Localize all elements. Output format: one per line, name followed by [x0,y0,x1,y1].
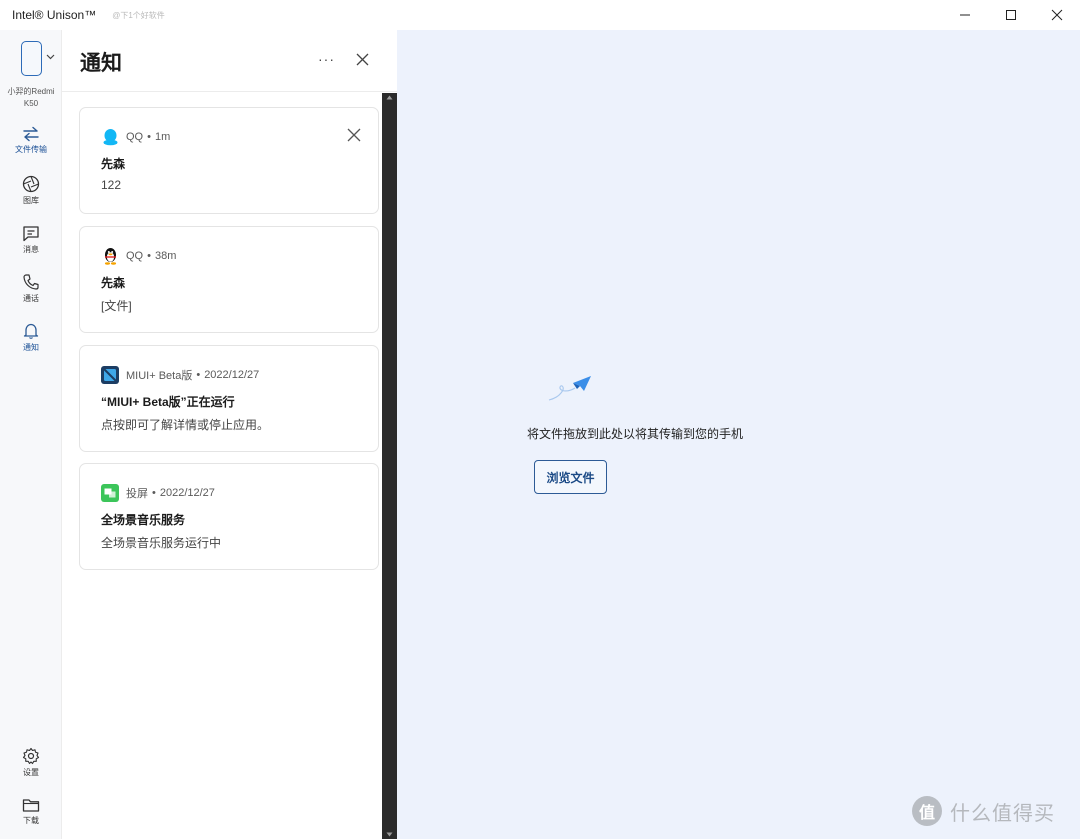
dismiss-notification-icon[interactable] [347,128,361,142]
nav-label-calls: 通话 [23,294,39,303]
notification-separator: • [152,487,156,499]
notification-separator: • [147,131,151,143]
nav-item-notifications[interactable]: 通知 [0,322,62,353]
watermark-badge: 值 [912,796,942,826]
chevron-down-icon [46,54,55,60]
site-watermark-logo: 值 什么值得买 [912,796,1055,826]
notification-body: 点按即可了解详情或停止应用。 [101,418,270,432]
notification-app: 投屏 [126,488,148,500]
scroll-down-icon[interactable] [386,832,393,837]
nav-label-downloads: 下载 [23,816,39,825]
transfer-arrows-icon [23,126,39,142]
notification-separator: • [196,369,201,381]
scroll-up-icon[interactable] [386,95,393,100]
maximize-icon [1006,10,1016,20]
browse-files-button[interactable]: 浏览文件 [534,460,607,494]
notification-title: 先森 [101,157,126,171]
notification-title: “MIUI+ Beta版”正在运行 [101,395,235,409]
aperture-icon [22,175,40,193]
scrollbar[interactable] [382,93,397,839]
nav-label-gallery: 图库 [23,196,39,205]
more-options-button[interactable]: ··· [318,51,335,67]
panel-header: 通知 ··· [62,30,397,92]
miui-plus-icon [101,366,119,384]
maximize-button[interactable] [988,0,1034,30]
window-controls [942,0,1080,30]
nav-label-notifications: 通知 [23,343,39,352]
notification-time: 38m [154,250,177,262]
file-drop-zone[interactable]: 将文件拖放到此处以将其传输到您的手机 浏览文件 [397,30,1080,839]
notification-app: QQ [126,131,144,143]
notification-title: 全场景音乐服务 [101,513,186,527]
close-panel-icon[interactable] [356,53,369,66]
notification-app: MIUI+ Beta版 [126,370,193,382]
qq-penguin-icon [101,247,119,265]
notification-time: 1m [154,131,171,143]
notification-meta: QQ • 38m [101,247,176,265]
nav-label-messages: 消息 [23,245,39,254]
close-window-button[interactable] [1034,0,1080,30]
notification-title: 先森 [101,276,126,290]
paper-plane-icon [548,376,591,401]
notification-meta: 投屏 • 2022/12/27 [101,484,215,502]
notifications-panel: 通知 ··· QQ • 1m 先森 122 QQ • 38m 先森 [文件] M… [62,30,397,839]
notification-time: 2022/12/27 [204,369,260,381]
minimize-icon [960,14,970,16]
nav-label-settings: 设置 [23,768,39,777]
title-bar: Intel® Unison™ @下1个好软件 [0,0,1080,30]
nav-item-gallery[interactable]: 图库 [0,175,62,206]
panel-title: 通知 [80,52,122,75]
app-title: Intel® Unison™ [12,8,97,22]
folder-icon [22,799,40,812]
title-watermark: @下1个好软件 [112,10,165,20]
nav-rail: 小羿的Redmi K50 文件传输 图库 消息 通话 通知 设置 下载 [0,30,62,839]
nav-item-file-transfer[interactable]: 文件传输 [0,126,62,155]
bell-icon [23,323,39,339]
notification-card[interactable]: MIUI+ Beta版 • 2022/12/27 “MIUI+ Beta版”正在… [79,345,379,452]
notification-body: [文件] [101,299,132,313]
screen-cast-icon [101,484,119,502]
notification-time: 2022/12/27 [159,487,215,499]
watermark-text: 什么值得买 [950,802,1055,825]
notification-card[interactable]: QQ • 38m 先森 [文件] [79,226,379,333]
nav-label-file-transfer: 文件传输 [15,145,47,154]
notification-body: 122 [101,178,122,192]
phone-icon [23,274,39,290]
nav-item-downloads[interactable]: 下载 [0,797,62,826]
minimize-button[interactable] [942,0,988,30]
notification-card[interactable]: 投屏 • 2022/12/27 全场景音乐服务 全场景音乐服务运行中 [79,463,379,570]
notification-card[interactable]: QQ • 1m 先森 122 [79,107,379,214]
qq-penguin-icon [101,128,119,146]
notification-list: QQ • 1m 先森 122 QQ • 38m 先森 [文件] MIUI+ Be… [62,93,382,839]
gear-icon [22,747,40,765]
notification-meta: QQ • 1m [101,128,170,146]
nav-item-settings[interactable]: 设置 [0,747,62,778]
notification-separator: • [147,250,151,262]
nav-item-calls[interactable]: 通话 [0,273,62,304]
notification-app: QQ [126,250,144,262]
close-icon [1051,9,1063,21]
device-name: 小羿的Redmi K50 [7,87,55,108]
notification-meta: MIUI+ Beta版 • 2022/12/27 [101,366,259,384]
nav-item-messages[interactable]: 消息 [0,224,62,255]
drop-instruction: 将文件拖放到此处以将其传输到您的手机 [526,427,743,441]
chat-bubble-icon [23,226,39,242]
phone-icon-device [21,41,42,76]
notification-body: 全场景音乐服务运行中 [101,536,222,550]
